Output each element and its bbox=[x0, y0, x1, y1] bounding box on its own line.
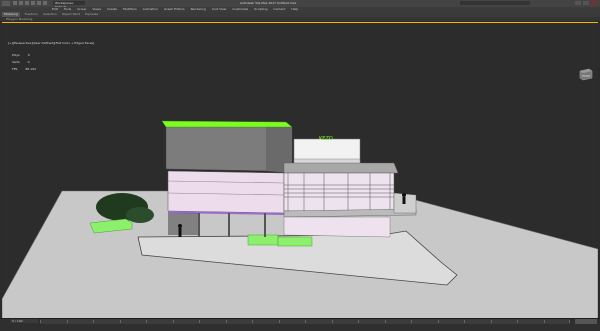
ground-floor-right bbox=[283, 216, 391, 238]
person-figure-right bbox=[402, 193, 406, 204]
terrace-facade bbox=[283, 172, 395, 212]
save-icon[interactable] bbox=[25, 1, 29, 5]
ribbon-panel: Polygon Modeling bbox=[0, 17, 600, 21]
canopy-roof bbox=[283, 162, 399, 174]
title-bar: Workspaces: Default Autodesk 3ds Max 201… bbox=[0, 0, 600, 9]
maximize-button[interactable] bbox=[583, 1, 589, 5]
window-title: Autodesk 3ds Max 2017 Untitled.max bbox=[240, 1, 297, 5]
minimize-button[interactable] bbox=[575, 1, 581, 5]
roof-green-edge bbox=[161, 120, 293, 128]
planter-center-right bbox=[277, 236, 313, 247]
key-filters-button[interactable] bbox=[575, 319, 597, 324]
workspace-dropdown[interactable]: Workspaces: Default bbox=[53, 1, 85, 9]
tree-cluster-mid bbox=[126, 207, 154, 223]
column-1 bbox=[198, 213, 200, 237]
rooftop-sign: KEZO bbox=[319, 136, 333, 142]
main-block-lower-front bbox=[167, 170, 285, 214]
close-button[interactable] bbox=[591, 1, 597, 5]
column-3 bbox=[264, 213, 266, 237]
undo-icon[interactable] bbox=[31, 1, 35, 5]
column-2 bbox=[228, 213, 230, 237]
timeline-bar: 0 / 100 bbox=[0, 318, 600, 331]
search-field[interactable] bbox=[460, 1, 530, 5]
viewcube[interactable]: FRONT bbox=[577, 67, 595, 82]
ground-floor-void bbox=[168, 213, 198, 235]
time-ruler[interactable] bbox=[40, 319, 570, 324]
viewcube-icon[interactable]: FRONT bbox=[577, 67, 595, 81]
project-icon[interactable] bbox=[43, 1, 47, 5]
person-figure-left bbox=[178, 224, 182, 237]
perspective-viewport[interactable]: [+][Perspective][User Defined][Flat Colo… bbox=[2, 22, 598, 319]
polygon-modeling-label[interactable]: Polygon Modeling bbox=[6, 17, 32, 21]
redo-icon[interactable] bbox=[37, 1, 41, 5]
open-icon[interactable] bbox=[19, 1, 23, 5]
app-menu-button[interactable] bbox=[2, 1, 10, 6]
planter-center-left bbox=[247, 234, 279, 246]
new-icon[interactable] bbox=[13, 1, 17, 5]
frame-counter[interactable]: 0 / 100 bbox=[10, 319, 38, 323]
building-scene: KEZO bbox=[2, 120, 598, 319]
svg-text:FRONT: FRONT bbox=[582, 74, 591, 78]
